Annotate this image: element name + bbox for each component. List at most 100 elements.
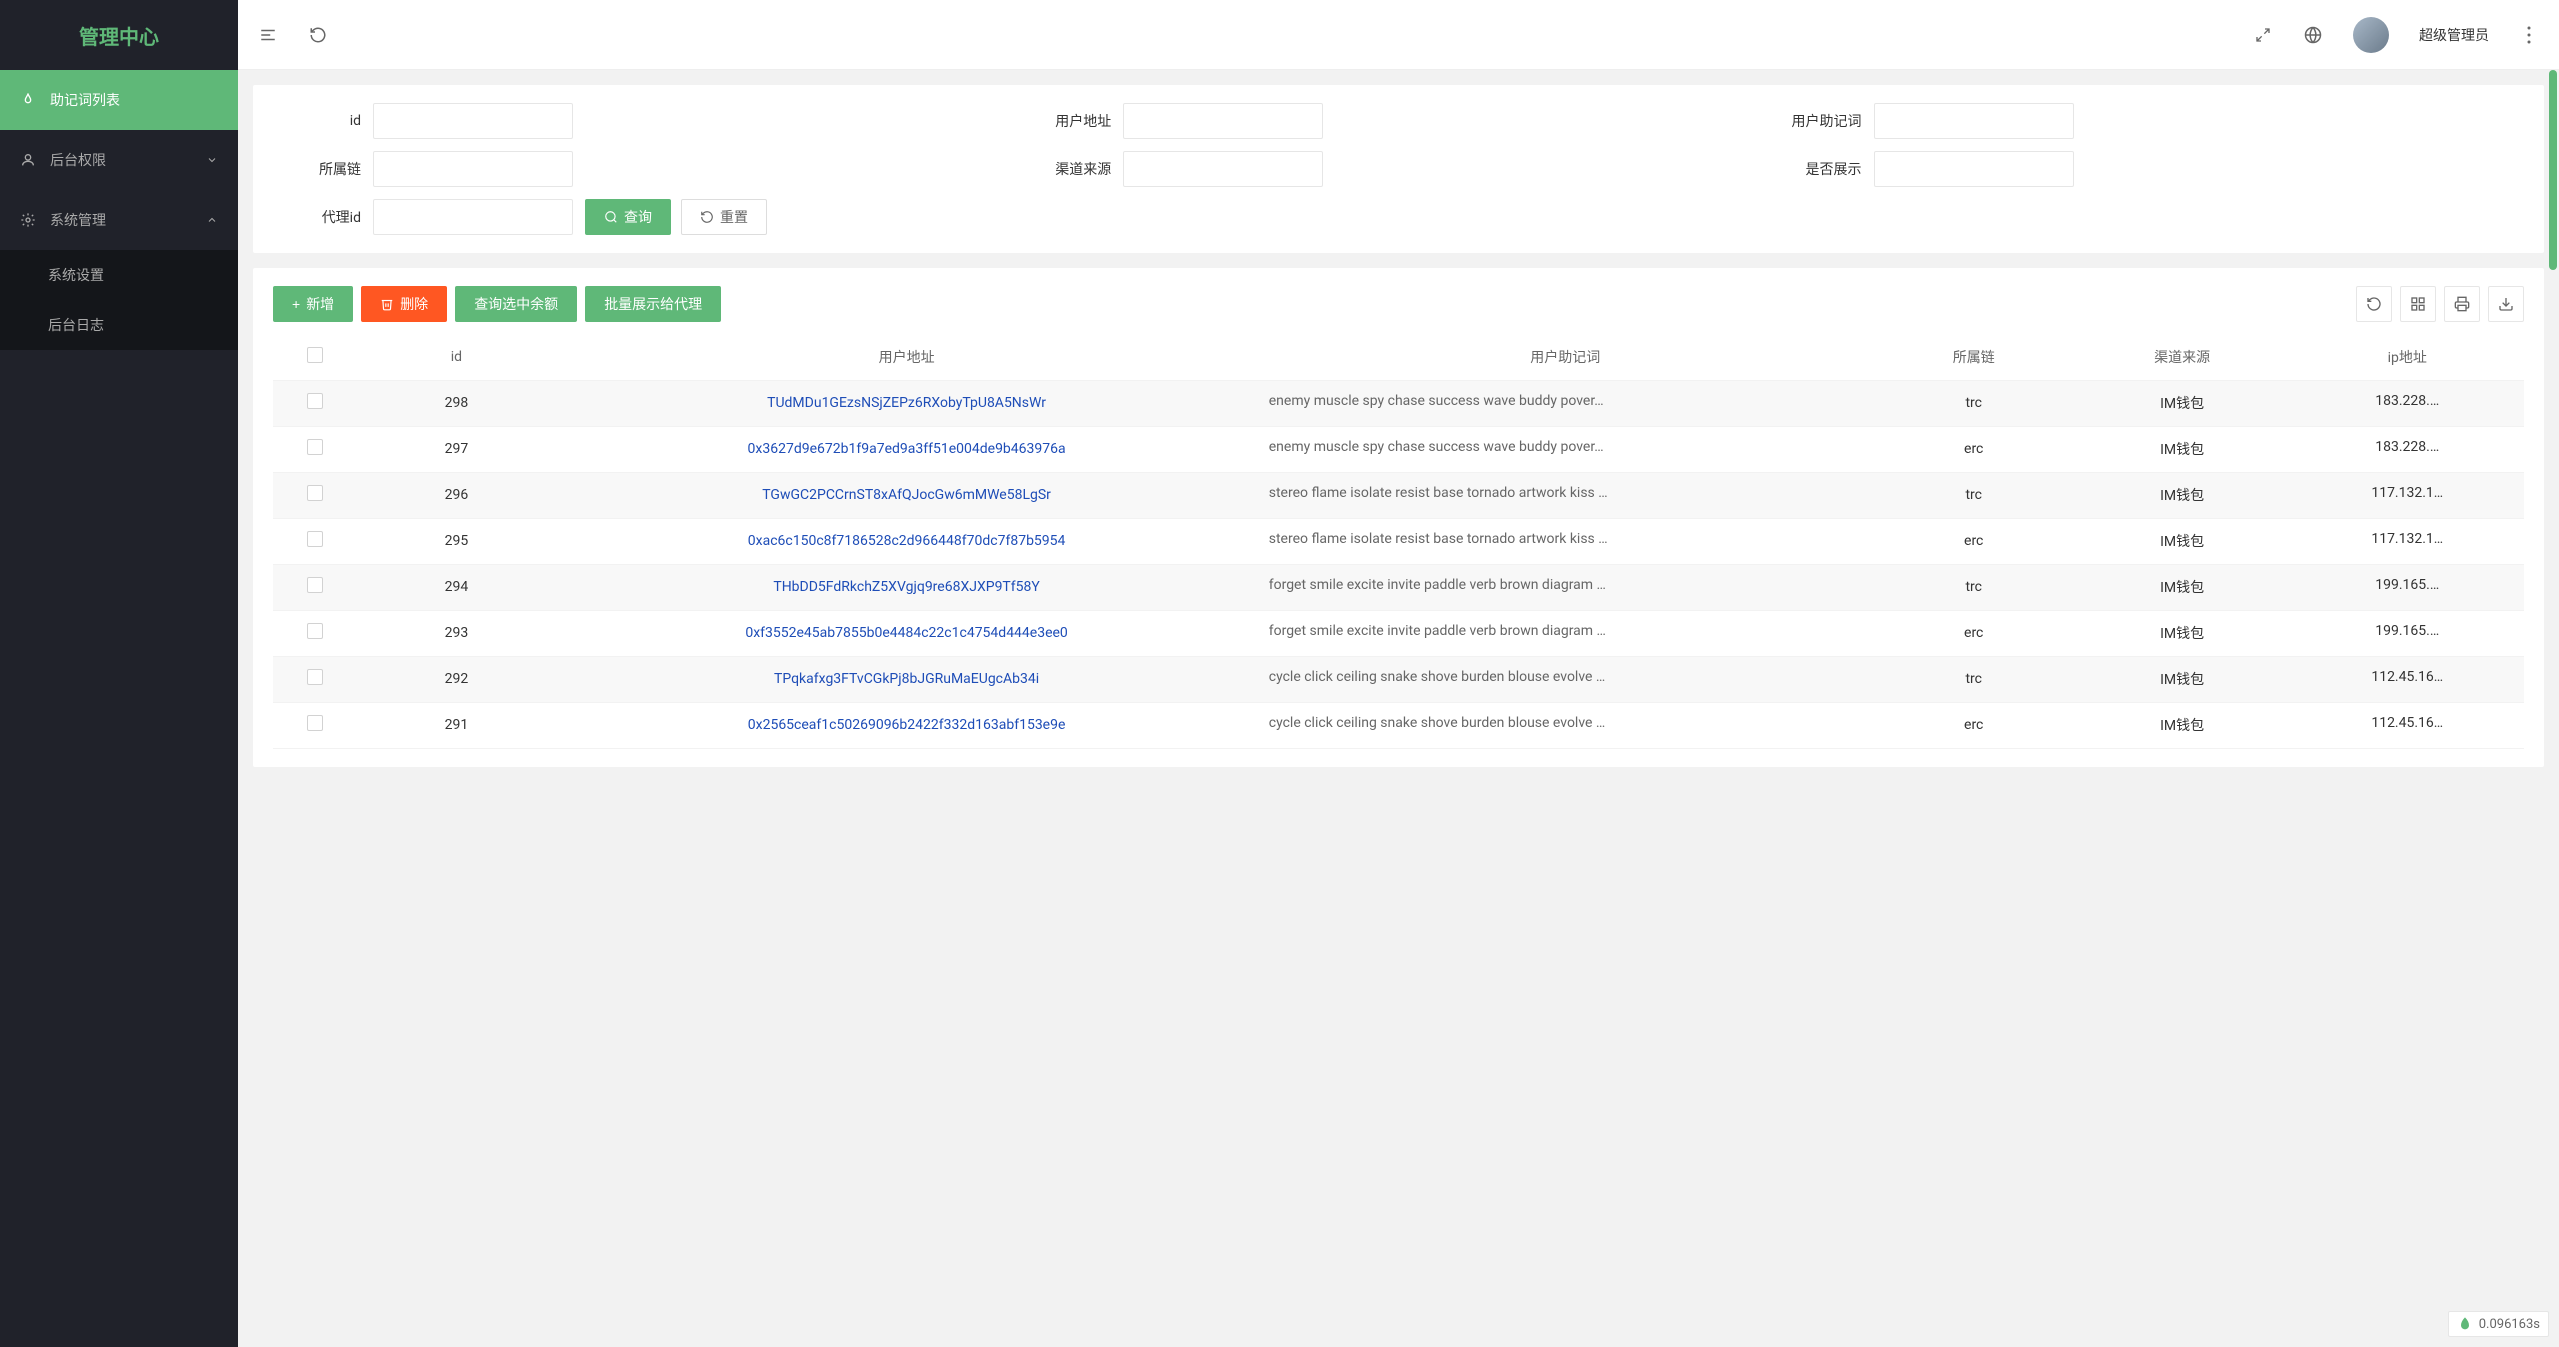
cell-chain: trc	[1874, 656, 2074, 702]
globe-icon[interactable]	[2303, 25, 2323, 45]
table-export-button[interactable]	[2488, 286, 2524, 322]
sidebar-subitem-settings[interactable]: 系统设置	[0, 250, 238, 300]
cell-channel: IM钱包	[2074, 656, 2291, 702]
cell-mnemonic: forget smile excite invite paddle verb b…	[1269, 577, 1606, 593]
label-show-flag: 是否展示	[1774, 159, 1874, 179]
input-chain[interactable]	[373, 151, 573, 187]
cell-mnemonic: enemy muscle spy chase success wave budd…	[1269, 393, 1604, 409]
cell-chain: erc	[1874, 702, 2074, 748]
submenu-system: 系统设置 后台日志	[0, 250, 238, 350]
header-mnemonic: 用户助记词	[1257, 334, 1874, 380]
row-checkbox[interactable]	[307, 439, 323, 455]
query-button[interactable]: 查询	[585, 199, 671, 235]
header-addr: 用户地址	[556, 334, 1256, 380]
row-checkbox[interactable]	[307, 531, 323, 547]
cell-mnemonic: stereo flame isolate resist base tornado…	[1269, 531, 1608, 547]
gear-icon	[20, 212, 36, 228]
table-row: 295 0xac6c150c8f7186528c2d966448f70dc7f8…	[273, 518, 2524, 564]
menu-toggle-icon[interactable]	[258, 25, 278, 45]
cell-ip: 183.228.…	[2375, 439, 2439, 455]
address-link[interactable]: THbDD5FdRkchZ5XVgjq9re68XJXP9Tf58Y	[773, 579, 1039, 595]
cell-mnemonic: enemy muscle spy chase success wave budd…	[1269, 439, 1604, 455]
input-id[interactable]	[373, 103, 573, 139]
cell-chain: erc	[1874, 518, 2074, 564]
address-link[interactable]: 0xac6c150c8f7186528c2d966448f70dc7f87b59…	[748, 533, 1066, 549]
search-card: id 用户地址 用户助记词 所属链	[253, 85, 2544, 253]
sidebar-item-system[interactable]: 系统管理	[0, 190, 238, 250]
table-refresh-button[interactable]	[2356, 286, 2392, 322]
table-row: 296 TGwGC2PCCrnST8xAfQJocGw6mMWe58LgSr s…	[273, 472, 2524, 518]
input-agent-id[interactable]	[373, 199, 573, 235]
delete-button[interactable]: 删除	[361, 286, 447, 322]
sidebar-subitem-logs[interactable]: 后台日志	[0, 300, 238, 350]
form-item-mnemonic: 用户助记词	[1774, 103, 2524, 139]
table-row: 297 0x3627d9e672b1f9a7ed9a3ff51e004de9b4…	[273, 426, 2524, 472]
data-table: id 用户地址 用户助记词 所属链 渠道来源 ip地址 298 TUdMDu1G…	[273, 334, 2524, 749]
address-link[interactable]: TGwGC2PCCrnST8xAfQJocGw6mMWe58LgSr	[762, 487, 1051, 503]
header-id: id	[356, 334, 556, 380]
table-print-button[interactable]	[2444, 286, 2480, 322]
input-channel[interactable]	[1123, 151, 1323, 187]
cell-id: 298	[356, 380, 556, 426]
table-row: 294 THbDD5FdRkchZ5XVgjq9re68XJXP9Tf58Y f…	[273, 564, 2524, 610]
chevron-down-icon	[206, 154, 218, 166]
search-form: id 用户地址 用户助记词 所属链	[273, 103, 2524, 235]
timer-value: 0.096163s	[2479, 1317, 2540, 1332]
cell-ip: 183.228.…	[2375, 393, 2439, 409]
address-link[interactable]: 0xf3552e45ab7855b0e4484c22c1c4754d444e3e…	[745, 625, 1067, 641]
logo: 管理中心	[0, 0, 238, 70]
select-all-checkbox[interactable]	[307, 347, 323, 363]
input-user-addr[interactable]	[1123, 103, 1323, 139]
add-button[interactable]: + 新增	[273, 286, 353, 322]
table-row: 292 TPqkafxg3FTvCGkPj8bJGRuMaEUgcAb34i c…	[273, 656, 2524, 702]
avatar[interactable]	[2353, 17, 2389, 53]
row-checkbox[interactable]	[307, 393, 323, 409]
address-link[interactable]: 0x2565ceaf1c50269096b2422f332d163abf153e…	[748, 717, 1066, 733]
cell-mnemonic: stereo flame isolate resist base tornado…	[1269, 485, 1608, 501]
reset-button[interactable]: 重置	[681, 199, 767, 235]
form-item-id: id	[273, 103, 1023, 139]
more-icon[interactable]	[2519, 25, 2539, 45]
leaf-icon	[2457, 1316, 2473, 1332]
cell-channel: IM钱包	[2074, 610, 2291, 656]
row-checkbox[interactable]	[307, 623, 323, 639]
label-agent-id: 代理id	[273, 207, 373, 227]
search-buttons: 查询 重置	[585, 199, 767, 235]
batch-show-button[interactable]: 批量展示给代理	[585, 286, 721, 322]
form-item-agent-id: 代理id 查询	[273, 199, 767, 235]
sidebar-item-label: 后台权限	[50, 150, 206, 170]
user-icon	[20, 152, 36, 168]
username[interactable]: 超级管理员	[2419, 25, 2489, 45]
input-mnemonic[interactable]	[1874, 103, 2074, 139]
content: id 用户地址 用户助记词 所属链	[238, 70, 2559, 1347]
table-columns-button[interactable]	[2400, 286, 2436, 322]
cell-id: 295	[356, 518, 556, 564]
address-link[interactable]: TUdMDu1GEzsNSjZEPz6RXobyTpU8A5NsWr	[767, 395, 1046, 411]
label-id: id	[273, 113, 373, 129]
sidebar-item-permissions[interactable]: 后台权限	[0, 130, 238, 190]
cell-ip: 117.132.1…	[2371, 531, 2443, 547]
cell-channel: IM钱包	[2074, 518, 2291, 564]
table-row: 293 0xf3552e45ab7855b0e4484c22c1c4754d44…	[273, 610, 2524, 656]
batch-show-label: 批量展示给代理	[604, 294, 702, 314]
menu: 助记词列表 后台权限 系统管理 系统	[0, 70, 238, 1347]
sidebar-item-label: 系统管理	[50, 210, 206, 230]
row-checkbox[interactable]	[307, 485, 323, 501]
refresh-icon[interactable]	[308, 25, 328, 45]
balance-button[interactable]: 查询选中余额	[455, 286, 577, 322]
cell-id: 297	[356, 426, 556, 472]
cell-id: 296	[356, 472, 556, 518]
row-checkbox[interactable]	[307, 669, 323, 685]
form-item-user-addr: 用户地址	[1023, 103, 1773, 139]
row-checkbox[interactable]	[307, 715, 323, 731]
cell-chain: erc	[1874, 610, 2074, 656]
cell-ip: 199.165.…	[2375, 577, 2439, 593]
address-link[interactable]: 0x3627d9e672b1f9a7ed9a3ff51e004de9b46397…	[748, 441, 1066, 457]
input-show-flag[interactable]	[1874, 151, 2074, 187]
label-chain: 所属链	[273, 159, 373, 179]
address-link[interactable]: TPqkafxg3FTvCGkPj8bJGRuMaEUgcAb34i	[774, 671, 1039, 687]
row-checkbox[interactable]	[307, 577, 323, 593]
sidebar-item-mnemonic-list[interactable]: 助记词列表	[0, 70, 238, 130]
fullscreen-icon[interactable]	[2253, 25, 2273, 45]
cell-id: 291	[356, 702, 556, 748]
